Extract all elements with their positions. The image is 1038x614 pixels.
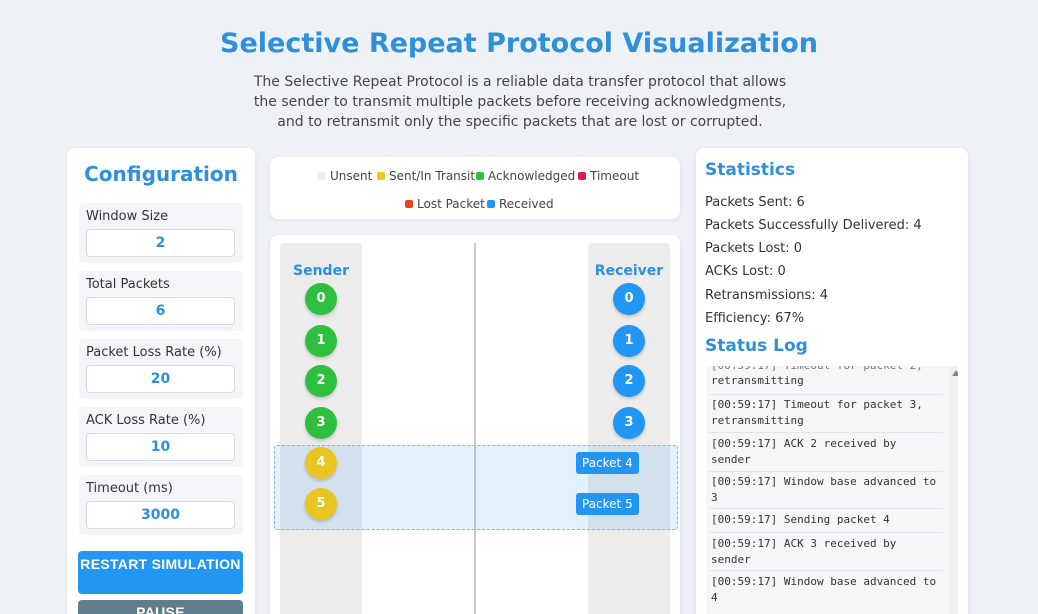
receiver-packet-3: 3 (613, 407, 645, 439)
log-entry: [00:59:17] ACK 3 received by sender (711, 537, 897, 566)
stat-packets-delivered: Packets Successfully Delivered: 4 (705, 218, 922, 233)
configuration-title: Configuration (84, 162, 238, 186)
sender-packet-2: 2 (305, 365, 337, 397)
total-packets-label: Total Packets (86, 277, 170, 292)
stat-acks-lost: ACKs Lost: 0 (705, 264, 786, 279)
received-swatch (487, 200, 495, 208)
timeout-swatch (578, 172, 586, 180)
timeout-label: Timeout (ms) (86, 481, 173, 496)
timeout-input[interactable]: 3000 (86, 501, 235, 529)
restart-simulation-button[interactable]: RESTART SIMULATION (78, 551, 243, 594)
sender-packet-1: 1 (305, 325, 337, 357)
receiver-packet-1: 1 (613, 325, 645, 357)
packet-loss-rate-input[interactable]: 20 (86, 365, 235, 393)
log-entry: [00:59:17] Window base advanced to 3 (711, 475, 937, 504)
sent-swatch (377, 172, 385, 180)
log-separator (709, 394, 943, 395)
sender-packet-3: 3 (305, 407, 337, 439)
log-separator (709, 570, 943, 571)
window-size-label: Window Size (86, 209, 169, 224)
statistics-title: Statistics (705, 160, 796, 180)
packet-loss-rate-label: Packet Loss Rate (%) (86, 345, 222, 360)
timeout-field: Timeout (ms) 3000 (79, 475, 243, 535)
sender-title: Sender (293, 263, 349, 279)
acknowledged-swatch (476, 172, 484, 180)
scroll-up-icon[interactable] (952, 370, 958, 376)
legend-item-timeout: Timeout (578, 169, 639, 183)
window-size-input[interactable]: 2 (86, 229, 235, 257)
log-scrollbar[interactable] (949, 366, 958, 614)
status-log[interactable]: [00:59:17] Timeout for packet 2, retrans… (706, 366, 958, 614)
packet-loss-rate-field: Packet Loss Rate (%) 20 (79, 339, 243, 399)
legend-label: Acknowledged (488, 169, 576, 183)
legend-item-unsent: Unsent (318, 169, 372, 183)
legend-label: Timeout (590, 169, 640, 183)
log-separator (709, 532, 943, 533)
legend-label: Unsent (330, 169, 373, 183)
log-separator (709, 508, 943, 509)
configuration-panel: Configuration Window Size 2 Total Packet… (67, 148, 255, 614)
stat-retransmissions: Retransmissions: 4 (705, 288, 829, 303)
ack-loss-rate-field: ACK Loss Rate (%) 10 (79, 407, 243, 467)
stat-efficiency: Efficiency: 67% (705, 311, 805, 326)
legend-label: Sent/In Transit (389, 169, 476, 183)
ack-loss-rate-input[interactable]: 10 (86, 433, 235, 461)
stat-packets-lost: Packets Lost: 0 (705, 241, 803, 256)
total-packets-field: Total Packets 6 (79, 271, 243, 331)
channel-divider (474, 243, 476, 614)
sender-packet-5: 5 (305, 488, 337, 520)
statistics-panel: Statistics Packets Sent: 6 Packets Succe… (696, 148, 968, 614)
page-title: Selective Repeat Protocol Visualization (220, 28, 818, 59)
lost-packet-swatch (405, 200, 413, 208)
legend-item-acknowledged: Acknowledged (476, 169, 575, 183)
stat-packets-sent: Packets Sent: 6 (705, 195, 805, 210)
in-transit-packet-5: Packet 5 (576, 493, 639, 515)
total-packets-input[interactable]: 6 (86, 297, 235, 325)
sender-packet-0: 0 (305, 283, 337, 315)
legend-label: Received (499, 197, 554, 211)
protocol-visualization: Sender Receiver 0 1 2 3 4 5 0 1 2 3 Pack… (270, 235, 680, 614)
status-log-title: Status Log (705, 336, 808, 356)
ack-loss-rate-label: ACK Loss Rate (%) (86, 413, 206, 428)
log-separator (709, 432, 943, 433)
log-entry: [00:59:17] ACK 2 received by sender (711, 437, 897, 466)
receiver-title: Receiver (594, 263, 664, 279)
log-entry: retransmitting (711, 374, 804, 387)
unsent-swatch (318, 172, 326, 180)
log-entry: [00:59:17] Timeout for packet 3, retrans… (711, 398, 923, 427)
pause-button[interactable]: PAUSE (78, 600, 243, 614)
log-entry: [00:59:17] Sending packet 4 (711, 513, 890, 526)
log-entry: [00:59:17] Window base advanced to 4 (711, 575, 937, 604)
page-description: The Selective Repeat Protocol is a relia… (253, 74, 787, 130)
log-separator (709, 471, 943, 472)
legend-label: Lost Packet (417, 197, 485, 211)
legend-item-received: Received (487, 197, 554, 211)
in-transit-packet-4: Packet 4 (576, 452, 639, 474)
sender-packet-4: 4 (305, 447, 337, 479)
window-size-field: Window Size 2 (79, 203, 243, 263)
receiver-packet-0: 0 (613, 283, 645, 315)
legend-item-sent: Sent/In Transit (377, 169, 475, 183)
receiver-packet-2: 2 (613, 365, 645, 397)
legend: Unsent Sent/In Transit Acknowledged Time… (270, 157, 680, 219)
legend-item-lost-packet: Lost Packet (405, 197, 485, 211)
